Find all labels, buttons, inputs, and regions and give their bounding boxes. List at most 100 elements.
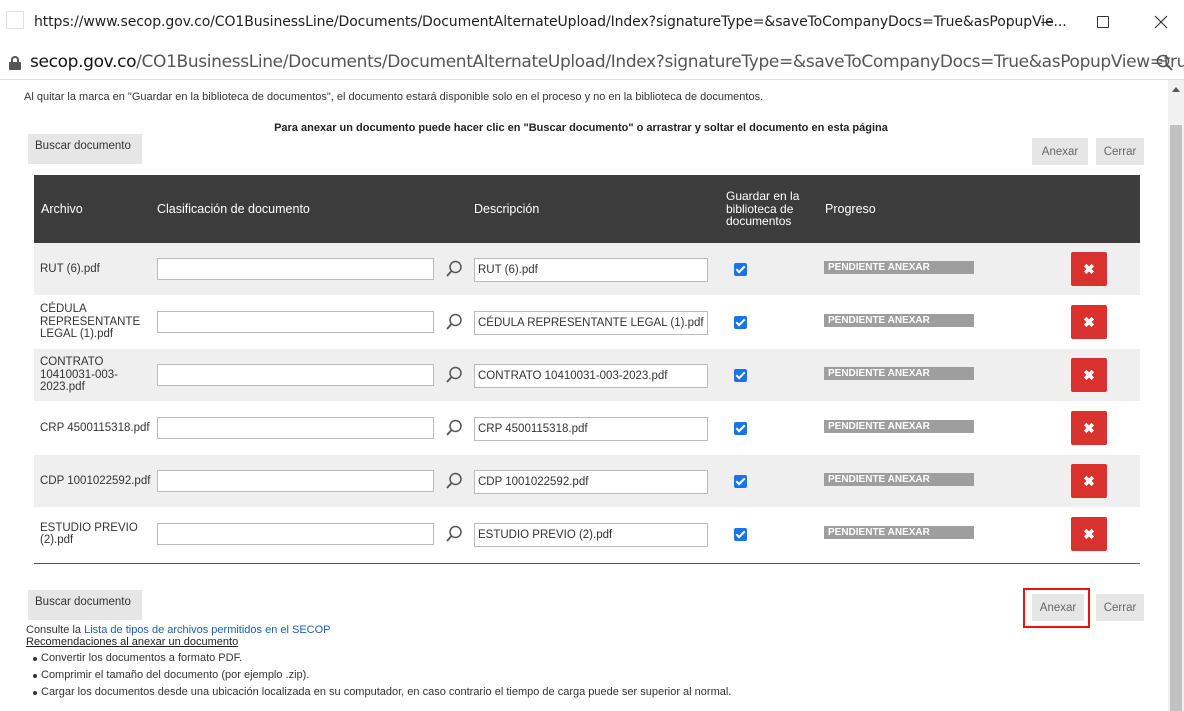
search-icon[interactable] bbox=[444, 365, 464, 385]
file-types-note: Consulte la Lista de tipos de archivos p… bbox=[26, 624, 331, 636]
delete-icon: ✖ bbox=[1083, 366, 1095, 383]
minimize-icon[interactable] bbox=[1032, 10, 1062, 34]
scrollbar-thumb[interactable] bbox=[1170, 125, 1182, 711]
cerrar-button-bottom[interactable]: Cerrar bbox=[1096, 594, 1144, 621]
anexar-button-top[interactable]: Anexar bbox=[1032, 138, 1088, 165]
scroll-up-icon[interactable] bbox=[1172, 87, 1180, 92]
file-name: ESTUDIO PREVIO (2).pdf bbox=[40, 508, 156, 560]
upload-instruction-text: Para anexar un documento puede hacer cli… bbox=[274, 122, 888, 134]
status-badge: PENDIENTE ANEXAR bbox=[824, 314, 974, 327]
file-name-text: RUT (6).pdf bbox=[40, 262, 100, 275]
delete-icon: ✖ bbox=[1083, 313, 1095, 330]
recommendations-title: Recomendaciones al anexar un documento bbox=[26, 636, 239, 648]
window-titlebar: https://www.secop.gov.co/CO1BusinessLine… bbox=[0, 0, 1184, 46]
address-bar[interactable]: secop.gov.co/CO1BusinessLine/Documents/D… bbox=[0, 46, 1184, 80]
anexar-highlight-box bbox=[1023, 588, 1090, 628]
description-input[interactable]: CRP 4500115318.pdf bbox=[474, 417, 708, 441]
search-icon[interactable] bbox=[444, 312, 464, 332]
save-to-library-checkbox[interactable] bbox=[734, 475, 747, 488]
description-input[interactable]: ESTUDIO PREVIO (2).pdf bbox=[474, 523, 708, 547]
delete-icon: ✖ bbox=[1083, 525, 1095, 542]
library-notice: Al quitar la marca en "Guardar en la bib… bbox=[24, 91, 764, 103]
consulte-prefix: Consulte la bbox=[26, 624, 82, 636]
table-header: Archivo Clasificación de documento Descr… bbox=[34, 175, 1140, 243]
window-title: https://www.secop.gov.co/CO1BusinessLine… bbox=[34, 14, 1067, 30]
save-to-library-checkbox[interactable] bbox=[734, 369, 747, 382]
description-input[interactable]: CDP 1001022592.pdf bbox=[474, 470, 708, 494]
delete-button[interactable]: ✖ bbox=[1071, 252, 1107, 286]
status-badge: PENDIENTE ANEXAR bbox=[824, 420, 974, 433]
header-archivo: Archivo bbox=[41, 202, 83, 216]
search-icon[interactable] bbox=[444, 418, 464, 438]
table-row: CONTRATO 10410031-003-2023.pdf CONTRATO 1… bbox=[34, 349, 1140, 402]
buscar-documento-button-top[interactable]: Buscar documento bbox=[28, 134, 142, 164]
file-name-text: ESTUDIO PREVIO (2).pdf bbox=[40, 521, 138, 547]
file-name: CÉDULA REPRESENTANTE LEGAL (1).pdf bbox=[40, 296, 156, 348]
table-body: RUT (6).pdf RUT (6).pdf PENDIENTE ANEXAR ✖ C… bbox=[34, 243, 1140, 561]
header-guardar-text: Guardar en la biblioteca de documentos bbox=[726, 189, 800, 229]
vertical-scrollbar[interactable] bbox=[1168, 80, 1184, 711]
header-clasificacion: Clasificación de documento bbox=[157, 202, 310, 216]
maximize-icon[interactable] bbox=[1088, 10, 1118, 34]
delete-button[interactable]: ✖ bbox=[1071, 358, 1107, 392]
classification-input[interactable] bbox=[157, 470, 434, 492]
table-divider bbox=[34, 563, 1140, 564]
delete-icon: ✖ bbox=[1083, 472, 1095, 489]
upload-instruction: Para anexar un documento puede hacer cli… bbox=[0, 122, 1166, 134]
search-icon[interactable] bbox=[444, 471, 464, 491]
delete-button[interactable]: ✖ bbox=[1071, 305, 1107, 339]
search-icon[interactable] bbox=[444, 259, 464, 279]
delete-button[interactable]: ✖ bbox=[1071, 411, 1107, 445]
classification-input[interactable] bbox=[157, 417, 434, 439]
status-badge: PENDIENTE ANEXAR bbox=[824, 261, 974, 274]
lock-icon bbox=[9, 56, 21, 70]
url-domain: secop.gov.co bbox=[30, 52, 137, 72]
zoom-icon[interactable] bbox=[1155, 53, 1175, 73]
save-to-library-checkbox[interactable] bbox=[734, 422, 747, 435]
documents-table: Archivo Clasificación de documento Descr… bbox=[34, 175, 1140, 561]
url-path: /CO1BusinessLine/Documents/DocumentAlter… bbox=[136, 52, 1184, 72]
cerrar-button-top[interactable]: Cerrar bbox=[1096, 138, 1144, 165]
file-name: RUT (6).pdf bbox=[40, 243, 156, 295]
header-descripcion: Descripción bbox=[474, 202, 540, 216]
page-icon bbox=[6, 11, 24, 29]
file-types-link[interactable]: Lista de tipos de archivos permitidos en… bbox=[84, 624, 330, 636]
list-item: Comprimir el tamaño del documento (por e… bbox=[26, 667, 731, 684]
file-name: CONTRATO 10410031-003-2023.pdf bbox=[40, 349, 156, 401]
list-item: Cargar los documentos desde una ubicació… bbox=[26, 684, 731, 701]
classification-input[interactable] bbox=[157, 364, 434, 386]
url-text[interactable]: secop.gov.co/CO1BusinessLine/Documents/D… bbox=[30, 52, 1184, 72]
close-icon[interactable] bbox=[1146, 10, 1176, 34]
delete-button[interactable]: ✖ bbox=[1071, 517, 1107, 551]
file-name-text: CRP 4500115318.pdf bbox=[40, 421, 150, 434]
list-item: Convertir los documentos a formato PDF. bbox=[26, 650, 731, 667]
search-icon[interactable] bbox=[444, 524, 464, 544]
classification-input[interactable] bbox=[157, 311, 434, 333]
file-name-text: CÉDULA REPRESENTANTE LEGAL (1).pdf bbox=[40, 303, 141, 341]
classification-input[interactable] bbox=[157, 258, 434, 280]
file-name: CDP 1001022592.pdf bbox=[40, 455, 156, 507]
header-guardar: Guardar en la biblioteca de documentos bbox=[726, 175, 806, 243]
buscar-documento-button-bottom[interactable]: Buscar documento bbox=[28, 590, 142, 620]
description-input[interactable]: CÉDULA REPRESENTANTE LEGAL (1).pdf bbox=[474, 311, 708, 335]
file-name: CRP 4500115318.pdf bbox=[40, 402, 156, 454]
classification-input[interactable] bbox=[157, 523, 434, 545]
file-name-text: CONTRATO 10410031-003-2023.pdf bbox=[40, 356, 119, 394]
save-to-library-checkbox[interactable] bbox=[734, 316, 747, 329]
page-content: Al quitar la marca en "Guardar en la bib… bbox=[0, 80, 1166, 711]
table-row: RUT (6).pdf RUT (6).pdf PENDIENTE ANEXAR ✖ bbox=[34, 243, 1140, 296]
delete-icon: ✖ bbox=[1083, 260, 1095, 277]
file-name-text: CDP 1001022592.pdf bbox=[40, 474, 151, 487]
description-input[interactable]: CONTRATO 10410031-003-2023.pdf bbox=[474, 364, 708, 388]
table-row: CÉDULA REPRESENTANTE LEGAL (1).pdf CÉDULA… bbox=[34, 296, 1140, 349]
delete-icon: ✖ bbox=[1083, 419, 1095, 436]
table-row: CRP 4500115318.pdf CRP 4500115318.pdf PEND… bbox=[34, 402, 1140, 455]
recommendations-list: Convertir los documentos a formato PDF. … bbox=[26, 650, 731, 701]
status-badge: PENDIENTE ANEXAR bbox=[824, 473, 974, 486]
description-input[interactable]: RUT (6).pdf bbox=[474, 258, 708, 282]
save-to-library-checkbox[interactable] bbox=[734, 528, 747, 541]
save-to-library-checkbox[interactable] bbox=[734, 263, 747, 276]
table-row: ESTUDIO PREVIO (2).pdf ESTUDIO PREVIO (2)… bbox=[34, 508, 1140, 561]
delete-button[interactable]: ✖ bbox=[1071, 464, 1107, 498]
header-progreso: Progreso bbox=[825, 202, 876, 216]
